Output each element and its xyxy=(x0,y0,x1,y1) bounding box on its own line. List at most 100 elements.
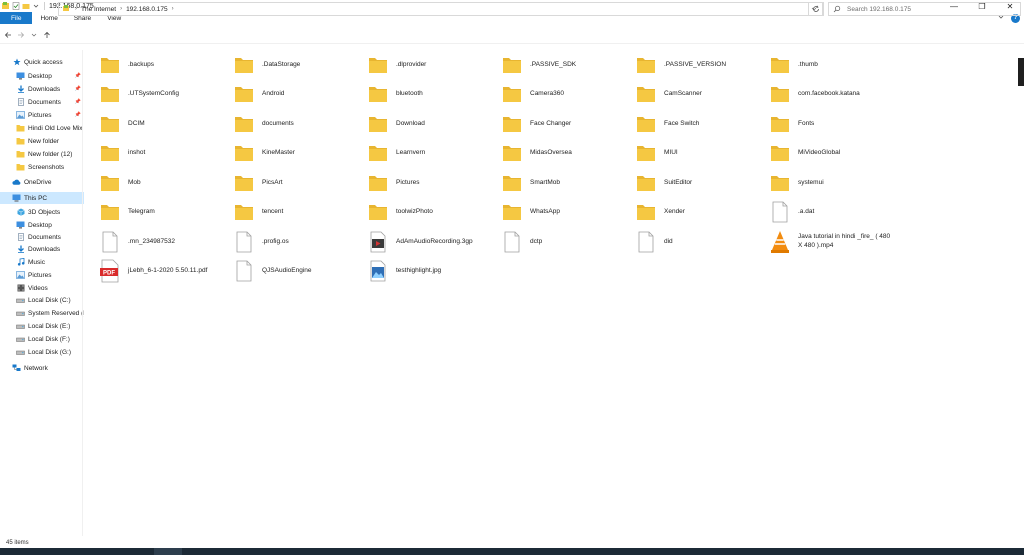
folder-item[interactable]: Learnvern xyxy=(366,140,500,168)
breadcrumb-separator-icon[interactable]: › xyxy=(75,6,77,12)
folder-item[interactable]: DCIM xyxy=(98,111,232,139)
side-panel-tab[interactable] xyxy=(1018,58,1024,86)
folder-item[interactable]: documents xyxy=(232,111,366,139)
breadcrumb-separator-icon[interactable]: › xyxy=(120,6,122,12)
folder-item[interactable]: SuitEditor xyxy=(634,170,768,198)
nav-item-downloads[interactable]: Downloads xyxy=(0,243,84,255)
file-item[interactable]: Java tutorial in hindi _fire_ ( 480 X 48… xyxy=(768,229,902,257)
forward-arrow-icon xyxy=(18,31,25,38)
nav-item-3d-objects[interactable]: 3D Objects xyxy=(0,206,84,218)
folder-item[interactable]: tencent xyxy=(232,199,366,227)
nav-item-hindi-old-love-mix[interactable]: Hindi Old Love Mix xyxy=(0,122,84,134)
forward-button[interactable] xyxy=(16,28,26,42)
breadcrumb-internet[interactable]: The Internet xyxy=(81,6,116,13)
folder-item[interactable]: Pictures xyxy=(366,170,500,198)
folder-item[interactable]: MidasOversea xyxy=(500,140,634,168)
nav-item-videos[interactable]: Videos xyxy=(0,282,84,294)
file-item[interactable]: .profig.os xyxy=(232,229,366,257)
item-name: MIUI xyxy=(664,149,678,156)
nav-item-new-folder[interactable]: New folder xyxy=(0,135,84,147)
folder-item[interactable]: Fonts xyxy=(768,111,902,139)
folder-item[interactable]: Camera360 xyxy=(500,81,634,109)
nav-item-local-disk-c[interactable]: Local Disk (C:) xyxy=(0,294,84,306)
nav-item-downloads[interactable]: Downloads 📌 xyxy=(0,83,84,95)
address-bar[interactable]: › The Internet › 192.168.0.175 › xyxy=(58,2,823,16)
folder-item[interactable]: KineMaster xyxy=(232,140,366,168)
breadcrumb-separator-icon[interactable]: › xyxy=(172,6,174,12)
folder-item[interactable]: Face Switch xyxy=(634,111,768,139)
folder-item[interactable]: com.facebook.katana xyxy=(768,81,902,109)
folder-item[interactable]: SmartMob xyxy=(500,170,634,198)
customize-toolbar-icon[interactable] xyxy=(32,2,40,10)
nav-item-system-reserved-d[interactable]: System Reserved (D xyxy=(0,307,84,319)
folder-item[interactable]: inshot xyxy=(98,140,232,168)
item-name: .mn_234987532 xyxy=(128,238,175,245)
folder-item[interactable]: bluetooth xyxy=(366,81,500,109)
nav-item-local-disk-g[interactable]: Local Disk (G:) xyxy=(0,346,84,358)
folder-item[interactable]: .DataStorage xyxy=(232,52,366,80)
file-item[interactable]: QJSAudioEngine xyxy=(232,258,366,286)
folder-item[interactable]: systemui xyxy=(768,170,902,198)
search-input[interactable] xyxy=(847,5,1007,13)
network-location-icon xyxy=(62,4,71,15)
folder-item[interactable]: MIUI xyxy=(634,140,768,168)
folder-item[interactable]: Face Changer xyxy=(500,111,634,139)
folder-item[interactable]: .dlprovider xyxy=(366,52,500,80)
file-item[interactable]: dctp xyxy=(500,229,634,257)
item-name: Mob xyxy=(128,179,141,186)
back-button[interactable] xyxy=(3,28,13,42)
folder-item[interactable]: .UTSystemConfig xyxy=(98,81,232,109)
folder-item[interactable]: toolwizPhoto xyxy=(366,199,500,227)
folder-item[interactable]: MiVideoGlobal xyxy=(768,140,902,168)
folder-item[interactable]: PicsArt xyxy=(232,170,366,198)
nav-item-documents[interactable]: Documents 📌 xyxy=(0,96,84,108)
nav-item-label: Pictures xyxy=(28,111,52,119)
file-item[interactable]: PDF jLebh_6-1-2020 5.50.11.pdf xyxy=(98,258,232,286)
properties-icon[interactable] xyxy=(12,2,20,10)
nav-item-pictures[interactable]: Pictures xyxy=(0,269,84,281)
nav-item-documents[interactable]: Documents xyxy=(0,231,84,243)
status-bar: 45 items xyxy=(0,538,1024,548)
nav-item-local-disk-e[interactable]: Local Disk (E:) xyxy=(0,320,84,332)
taskbar-explorer-button[interactable] xyxy=(154,548,182,555)
new-folder-icon[interactable] xyxy=(22,2,30,10)
nav-item-local-disk-f[interactable]: Local Disk (F:) xyxy=(0,333,84,345)
folder-item[interactable]: .backups xyxy=(98,52,232,80)
refresh-button[interactable] xyxy=(808,2,824,16)
folder-item[interactable]: .PASSIVE_SDK xyxy=(500,52,634,80)
search-box[interactable] xyxy=(828,2,1021,16)
navigation-pane-divider[interactable] xyxy=(82,50,83,536)
up-button[interactable] xyxy=(42,28,52,42)
tab-file[interactable]: File xyxy=(0,12,33,24)
folder-item[interactable]: Android xyxy=(232,81,366,109)
file-item[interactable]: did xyxy=(634,229,768,257)
nav-item-desktop[interactable]: Desktop 📌 xyxy=(0,70,84,82)
nav-item-network[interactable]: Network xyxy=(0,362,84,374)
pictures-icon xyxy=(16,271,25,279)
nav-item-screenshots[interactable]: Screenshots xyxy=(0,161,84,173)
file-item[interactable]: .mn_234987532 xyxy=(98,229,232,257)
explorer-app-icon[interactable] xyxy=(2,2,10,10)
nav-item-music[interactable]: Music xyxy=(0,256,84,268)
nav-item-desktop[interactable]: Desktop xyxy=(0,219,84,231)
folder-item[interactable]: Xender xyxy=(634,199,768,227)
folder-item[interactable]: Telegram xyxy=(98,199,232,227)
nav-item-new-folder-12[interactable]: New folder (12) xyxy=(0,148,84,160)
folder-item[interactable]: CamScanner xyxy=(634,81,768,109)
file-icon xyxy=(768,199,792,225)
folder-icon xyxy=(16,150,25,158)
breadcrumb-host[interactable]: 192.168.0.175 xyxy=(126,6,168,13)
recent-locations-button[interactable] xyxy=(29,28,39,42)
folder-item[interactable]: .thumb xyxy=(768,52,902,80)
file-item[interactable]: .a.dat xyxy=(768,199,902,227)
file-item[interactable]: testhighlight.jpg xyxy=(366,258,500,286)
nav-item-pictures[interactable]: Pictures 📌 xyxy=(0,109,84,121)
folder-item[interactable]: .PASSIVE_VERSION xyxy=(634,52,768,80)
nav-item-onedrive[interactable]: OneDrive xyxy=(0,176,84,188)
folder-item[interactable]: Mob xyxy=(98,170,232,198)
nav-item-quick-access[interactable]: Quick access xyxy=(0,56,84,68)
nav-item-this-pc[interactable]: This PC xyxy=(0,192,84,204)
file-item[interactable]: AdAmAudioRecording.3gp xyxy=(366,229,500,257)
folder-item[interactable]: Download xyxy=(366,111,500,139)
folder-item[interactable]: WhatsApp xyxy=(500,199,634,227)
